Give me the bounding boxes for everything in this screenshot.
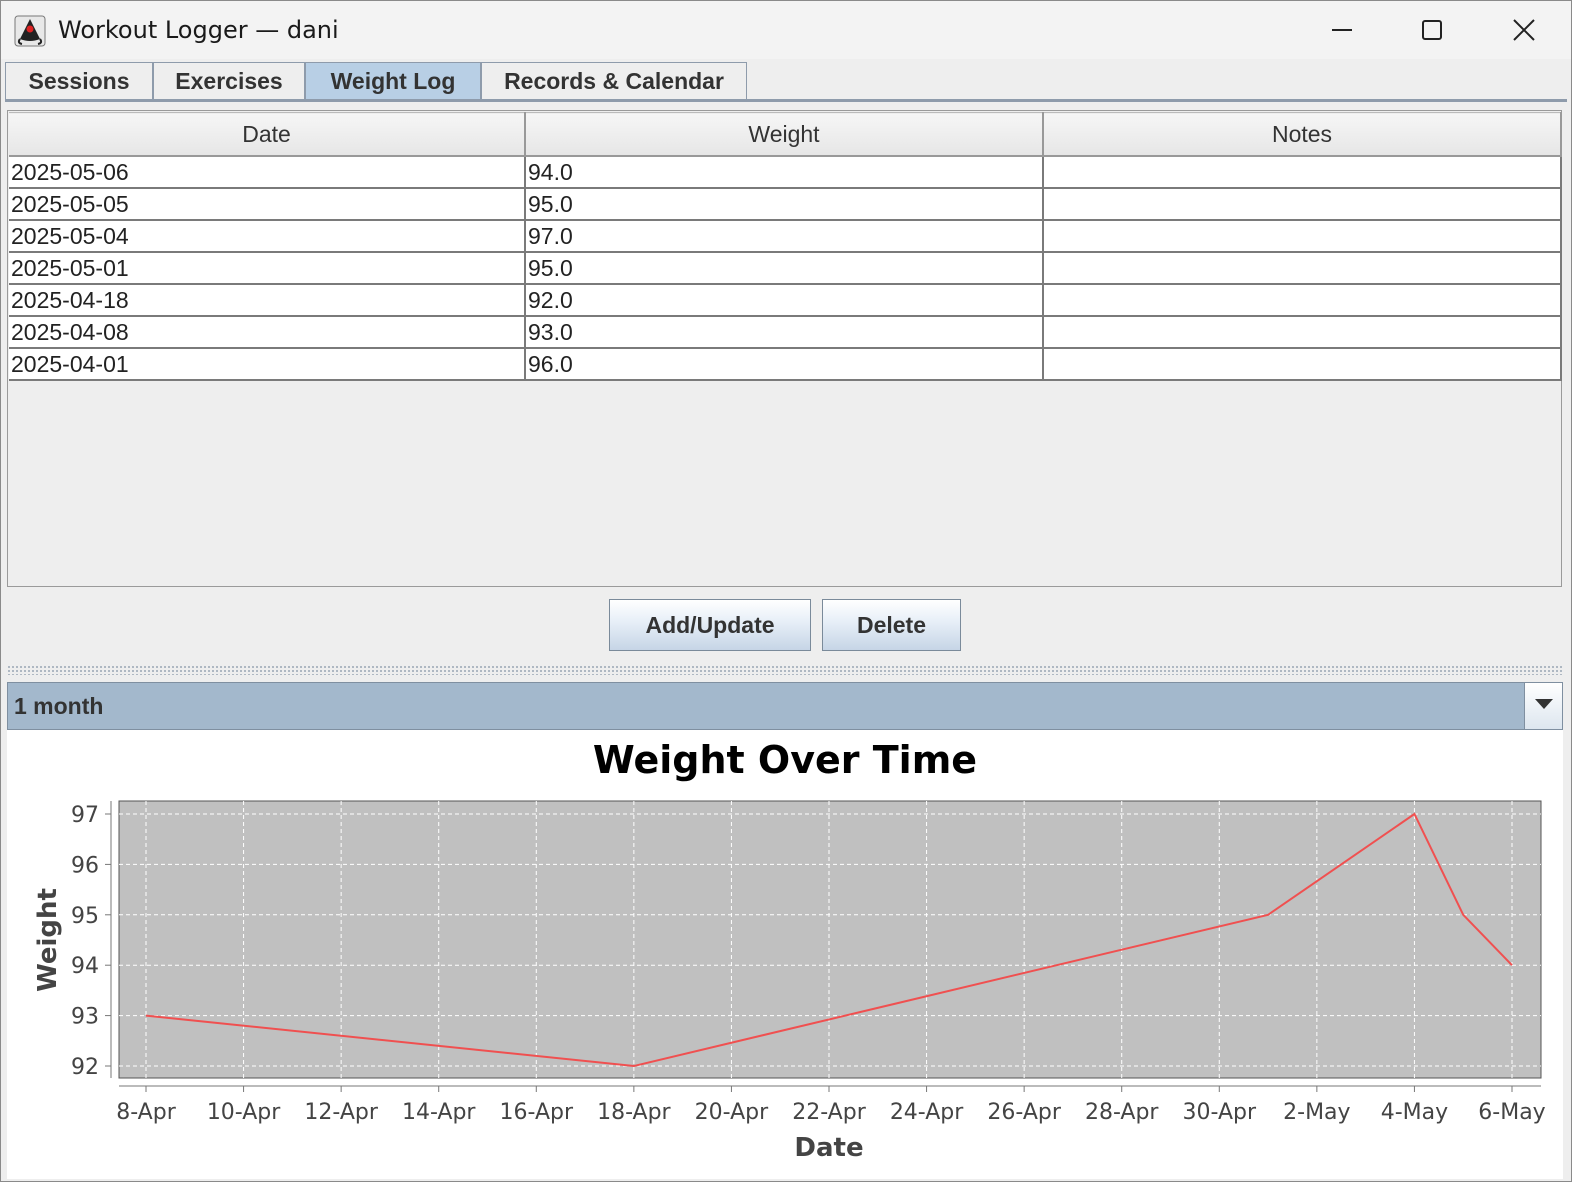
cell-weight[interactable]: 92.0: [525, 284, 1044, 317]
x-tick-label: 6-May: [1478, 1100, 1545, 1125]
x-tick-label: 10-Apr: [207, 1100, 281, 1125]
range-select-arrow-button[interactable]: [1524, 683, 1562, 729]
cell-notes[interactable]: [1043, 188, 1562, 221]
column-header-weight[interactable]: Weight: [525, 112, 1044, 157]
cell-date[interactable]: 2025-04-08: [9, 316, 526, 349]
cell-date[interactable]: 2025-05-05: [9, 188, 526, 221]
tab-sessions[interactable]: Sessions: [5, 62, 153, 100]
x-tick-label: 16-Apr: [500, 1100, 574, 1125]
cell-notes[interactable]: [1043, 316, 1562, 349]
weight-table: Date Weight Notes 2025-05-06 94.0 2025-0…: [9, 112, 1562, 381]
cell-notes[interactable]: [1043, 156, 1562, 189]
y-axis-label: Weight: [33, 888, 63, 992]
chevron-down-icon: [1534, 697, 1554, 715]
cell-weight[interactable]: 96.0: [525, 348, 1044, 381]
cell-weight[interactable]: 95.0: [525, 252, 1044, 285]
minimize-button[interactable]: [1319, 11, 1365, 49]
y-tick-label: 93: [71, 1005, 99, 1030]
maximize-icon: [1421, 19, 1443, 41]
table-row[interactable]: 2025-05-05 95.0: [9, 188, 1562, 221]
column-header-date[interactable]: Date: [9, 112, 526, 157]
cell-weight[interactable]: 93.0: [525, 316, 1044, 349]
table-row[interactable]: 2025-04-18 92.0: [9, 284, 1562, 317]
table-row[interactable]: 2025-05-04 97.0: [9, 220, 1562, 253]
cell-weight[interactable]: 95.0: [525, 188, 1044, 221]
x-tick-label: 18-Apr: [597, 1100, 671, 1125]
minimize-icon: [1331, 19, 1353, 41]
x-tick-label: 22-Apr: [792, 1100, 866, 1125]
x-tick-label: 20-Apr: [695, 1100, 769, 1125]
tab-weight-log[interactable]: Weight Log: [305, 62, 481, 100]
java-duke-icon: [14, 15, 46, 47]
cell-date[interactable]: 2025-04-01: [9, 348, 526, 381]
y-tick-label: 95: [71, 904, 99, 929]
table-row[interactable]: 2025-05-06 94.0: [9, 156, 1562, 189]
cell-date[interactable]: 2025-04-18: [9, 284, 526, 317]
cell-notes[interactable]: [1043, 252, 1562, 285]
x-tick-label: 14-Apr: [402, 1100, 476, 1125]
plot-area: [118, 800, 1542, 1079]
weight-chart-panel: Weight Over Time 8-Apr 10-Apr 12-Apr 14-Apr…: [7, 730, 1563, 1179]
cell-date[interactable]: 2025-05-01: [9, 252, 526, 285]
x-tick-label: 12-Apr: [304, 1100, 378, 1125]
weight-table-scrollpane[interactable]: Date Weight Notes 2025-05-06 94.0 2025-0…: [7, 110, 1562, 587]
table-row[interactable]: 2025-05-01 95.0: [9, 252, 1562, 285]
cell-notes[interactable]: [1043, 284, 1562, 317]
close-icon: [1512, 18, 1536, 42]
table-row[interactable]: 2025-04-01 96.0: [9, 348, 1562, 381]
x-tick-label: 30-Apr: [1183, 1100, 1257, 1125]
close-button[interactable]: [1501, 11, 1547, 49]
x-axis-label: Date: [794, 1133, 863, 1163]
y-tick-label: 92: [71, 1055, 99, 1080]
x-tick-label: 28-Apr: [1085, 1100, 1159, 1125]
cell-weight[interactable]: 97.0: [525, 220, 1044, 253]
x-tick-label: 2-May: [1283, 1100, 1350, 1125]
title-bar: Workout Logger — dani: [1, 1, 1571, 59]
add-update-button[interactable]: Add/Update: [609, 599, 811, 651]
y-tick-label: 96: [71, 853, 99, 878]
range-select-value: 1 month: [14, 693, 104, 719]
tab-records-calendar[interactable]: Records & Calendar: [481, 62, 747, 100]
cell-date[interactable]: 2025-05-06: [9, 156, 526, 189]
split-pane-divider[interactable]: [7, 665, 1563, 675]
cell-notes[interactable]: [1043, 348, 1562, 381]
window-title: Workout Logger — dani: [58, 16, 339, 44]
weight-chart: Weight Over Time 8-Apr 10-Apr 12-Apr 14-Apr…: [33, 738, 1546, 1163]
cell-date[interactable]: 2025-05-04: [9, 220, 526, 253]
x-tick-label: 8-Apr: [116, 1100, 176, 1125]
chart-title: Weight Over Time: [593, 738, 977, 782]
app-window: Workout Logger — dani Sessions Exercises…: [0, 0, 1572, 1182]
table-header-row: Date Weight Notes: [9, 112, 1562, 157]
x-tick-label: 24-Apr: [890, 1100, 964, 1125]
table-row[interactable]: 2025-04-08 93.0: [9, 316, 1562, 349]
y-tick-label: 97: [71, 803, 99, 828]
cell-notes[interactable]: [1043, 220, 1562, 253]
cell-weight[interactable]: 94.0: [525, 156, 1044, 189]
tab-exercises[interactable]: Exercises: [153, 62, 305, 100]
y-tick-label: 94: [71, 954, 99, 979]
x-tick-label: 4-May: [1381, 1100, 1448, 1125]
x-tick-label: 26-Apr: [987, 1100, 1061, 1125]
range-select[interactable]: 1 month: [7, 682, 1563, 730]
delete-button[interactable]: Delete: [822, 599, 961, 651]
maximize-button[interactable]: [1409, 11, 1455, 49]
tab-strip: Sessions Exercises Weight Log Records & …: [1, 59, 1571, 101]
column-header-notes[interactable]: Notes: [1043, 112, 1562, 157]
tab-underline: [5, 99, 1567, 102]
